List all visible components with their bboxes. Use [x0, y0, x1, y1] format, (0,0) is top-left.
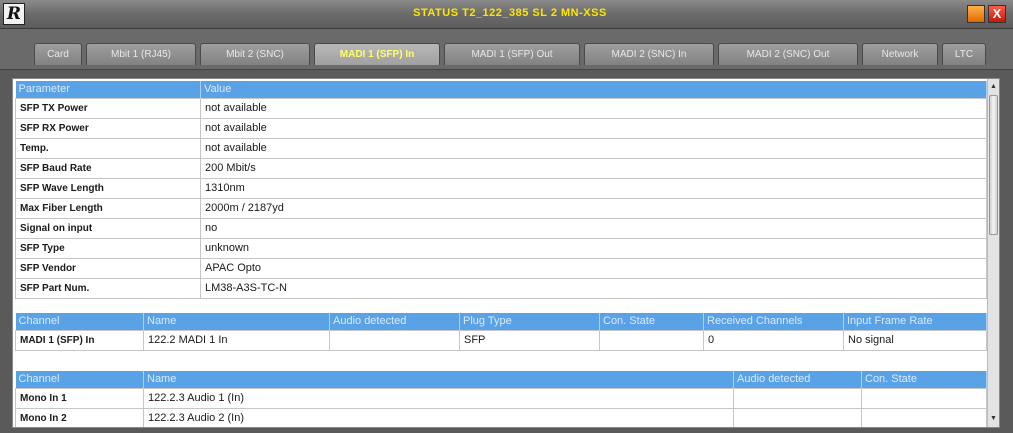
name-cell: 122.2.3 Audio 2 (In): [143, 407, 734, 427]
column-header: Name: [143, 313, 330, 330]
table-row: SFP Vendor APAC Opto: [15, 257, 987, 279]
tab-madi-1-in[interactable]: MADI 1 (SFP) In: [314, 43, 440, 65]
plug-type-cell: SFP: [459, 329, 600, 351]
tab-madi-2-out[interactable]: MADI 2 (SNC) Out: [718, 43, 858, 65]
input-frame-rate-cell: No signal: [843, 329, 987, 351]
audio-detected-cell: [329, 329, 460, 351]
table-row: SFP RX Power not available: [15, 117, 987, 139]
table-row: SFP Baud Rate 200 Mbit/s: [15, 157, 987, 179]
con-state-cell: [599, 329, 704, 351]
tab-card[interactable]: Card: [34, 43, 82, 65]
title-bar: R STATUS T2_122_385 SL 2 MN-XSS X: [0, 0, 1013, 29]
audio-detected-cell: [733, 387, 862, 409]
channel-cell: Mono In 1: [15, 387, 144, 409]
param-name: Max Fiber Length: [15, 197, 201, 219]
tab-mbit-1[interactable]: Mbit 1 (RJ45): [86, 43, 196, 65]
param-name: SFP RX Power: [15, 117, 201, 139]
table-header-row: Parameter Value: [15, 81, 987, 98]
param-value: not available: [200, 97, 987, 119]
param-name: Signal on input: [15, 217, 201, 239]
column-header: Con. State: [861, 371, 987, 388]
table-row: Mono In 1 122.2.3 Audio 1 (In): [15, 387, 987, 409]
param-name: SFP TX Power: [15, 97, 201, 119]
table-row: SFP Wave Length 1310nm: [15, 177, 987, 199]
table-row: Signal on input no: [15, 217, 987, 239]
param-value: LM38-A3S-TC-N: [200, 277, 987, 299]
parameter-table: Parameter Value SFP TX Power not availabl…: [15, 81, 987, 299]
mono-channel-table: Channel Name Audio detected Con. State M…: [15, 371, 987, 427]
minimize-button[interactable]: [967, 5, 985, 23]
column-header: Parameter: [15, 81, 201, 98]
status-panel: Parameter Value SFP TX Power not availabl…: [12, 78, 1000, 428]
con-state-cell: [861, 407, 987, 427]
column-header: Audio detected: [733, 371, 862, 388]
name-cell: 122.2.3 Audio 1 (In): [143, 387, 734, 409]
param-name: SFP Part Num.: [15, 277, 201, 299]
param-name: SFP Baud Rate: [15, 157, 201, 179]
tab-bar: Card Mbit 1 (RJ45) Mbit 2 (SNC) MADI 1 (…: [0, 29, 1013, 70]
column-header: Con. State: [599, 313, 704, 330]
channel-cell: MADI 1 (SFP) In: [15, 329, 144, 351]
table-row: Max Fiber Length 2000m / 2187yd: [15, 197, 987, 219]
param-value: 1310nm: [200, 177, 987, 199]
table-row: Mono In 2 122.2.3 Audio 2 (In): [15, 407, 987, 427]
tab-ltc[interactable]: LTC: [942, 43, 986, 65]
table-row: Temp. not available: [15, 137, 987, 159]
window-title: STATUS T2_122_385 SL 2 MN-XSS: [413, 7, 607, 19]
name-cell: 122.2 MADI 1 In: [143, 329, 330, 351]
table-header-row: Channel Name Audio detected Con. State: [15, 371, 987, 388]
scroll-thumb[interactable]: [989, 95, 998, 235]
param-value: not available: [200, 137, 987, 159]
column-header: Name: [143, 371, 734, 388]
column-header: Channel: [15, 371, 144, 388]
table-row: MADI 1 (SFP) In 122.2 MADI 1 In SFP 0 No…: [15, 329, 987, 351]
tab-mbit-2[interactable]: Mbit 2 (SNC): [200, 43, 310, 65]
column-header: Value: [200, 81, 987, 98]
table-header-row: Channel Name Audio detected Plug Type Co…: [15, 313, 987, 330]
scroll-down-icon[interactable]: ▼: [988, 413, 999, 425]
table-row: SFP TX Power not available: [15, 97, 987, 119]
scroll-up-icon[interactable]: ▲: [988, 81, 999, 93]
column-header: Input Frame Rate: [843, 313, 987, 330]
param-value: unknown: [200, 237, 987, 259]
column-header: Received Channels: [703, 313, 844, 330]
con-state-cell: [861, 387, 987, 409]
audio-detected-cell: [733, 407, 862, 427]
vertical-scrollbar[interactable]: ▲ ▼: [987, 79, 999, 427]
app-logo: R: [3, 3, 25, 25]
param-value: 200 Mbit/s: [200, 157, 987, 179]
column-header: Plug Type: [459, 313, 600, 330]
received-channels-cell: 0: [703, 329, 844, 351]
param-value: APAC Opto: [200, 257, 987, 279]
column-header: Audio detected: [329, 313, 460, 330]
param-value: no: [200, 217, 987, 239]
param-name: Temp.: [15, 137, 201, 159]
tab-madi-1-out[interactable]: MADI 1 (SFP) Out: [444, 43, 580, 65]
param-value: not available: [200, 117, 987, 139]
table-row: SFP Type unknown: [15, 237, 987, 259]
close-button[interactable]: X: [988, 5, 1006, 23]
table-row: SFP Part Num. LM38-A3S-TC-N: [15, 277, 987, 299]
param-name: SFP Vendor: [15, 257, 201, 279]
tab-madi-2-in[interactable]: MADI 2 (SNC) In: [584, 43, 714, 65]
column-header: Channel: [15, 313, 144, 330]
param-value: 2000m / 2187yd: [200, 197, 987, 219]
param-name: SFP Type: [15, 237, 201, 259]
param-name: SFP Wave Length: [15, 177, 201, 199]
channel-cell: Mono In 2: [15, 407, 144, 427]
tab-network[interactable]: Network: [862, 43, 938, 65]
madi-channel-table: Channel Name Audio detected Plug Type Co…: [15, 313, 987, 351]
